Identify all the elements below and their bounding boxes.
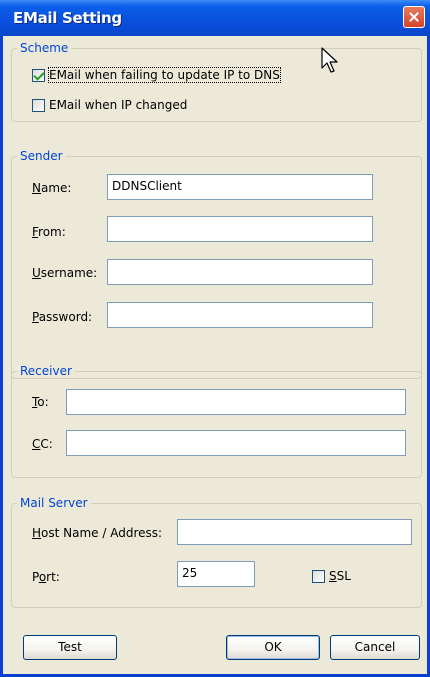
cc-label: CC: [32, 437, 53, 451]
mail-server-legend: Mail Server [20, 496, 88, 510]
to-field[interactable] [66, 389, 406, 415]
cancel-button[interactable]: Cancel [330, 635, 420, 660]
receiver-group: Receiver [11, 364, 422, 478]
window-title: EMail Setting [13, 9, 122, 27]
close-icon[interactable] [403, 6, 425, 28]
password-field[interactable] [107, 302, 373, 328]
title-bar[interactable]: EMail Setting [0, 0, 430, 36]
email-on-ip-change-checkbox[interactable]: EMail when IP changed [32, 98, 232, 114]
receiver-legend: Receiver [20, 364, 72, 378]
cc-field[interactable] [66, 430, 406, 456]
checkbox-label[interactable]: EMail when failing to update IP to DNS [48, 67, 281, 83]
test-button[interactable]: Test [23, 635, 117, 660]
password-label: Password: [32, 310, 93, 324]
mail-server-group: Mail Server [11, 496, 422, 608]
scheme-legend: Scheme [20, 41, 69, 55]
host-label: Host Name / Address: [32, 526, 163, 540]
username-field[interactable] [107, 259, 373, 285]
ok-button[interactable]: OK [226, 635, 320, 660]
from-label: From: [32, 225, 66, 239]
checkbox-label[interactable]: EMail when IP changed [49, 98, 187, 112]
checkbox-box[interactable] [312, 570, 325, 583]
email-setting-dialog: EMail Setting Scheme EMail when failing … [0, 0, 430, 677]
checkbox-box[interactable] [32, 69, 45, 82]
port-field[interactable]: 25 [177, 561, 255, 587]
checkbox-box[interactable] [32, 99, 45, 112]
ssl-checkbox[interactable]: SSL [312, 569, 372, 585]
name-field[interactable]: DDNSClient [107, 174, 373, 200]
email-on-update-failure-checkbox[interactable]: EMail when failing to update IP to DNS [32, 67, 292, 84]
dialog-body: Scheme EMail when failing to update IP t… [3, 36, 427, 674]
mouse-cursor-icon [321, 47, 338, 73]
port-label: Port: [32, 570, 60, 584]
host-address-field[interactable] [177, 519, 412, 545]
ssl-label[interactable]: SSL [329, 569, 351, 583]
name-label: Name: [32, 181, 72, 195]
from-field[interactable] [107, 216, 373, 242]
sender-legend: Sender [20, 149, 63, 163]
to-label: To: [32, 395, 49, 409]
username-label: Username: [32, 266, 98, 280]
